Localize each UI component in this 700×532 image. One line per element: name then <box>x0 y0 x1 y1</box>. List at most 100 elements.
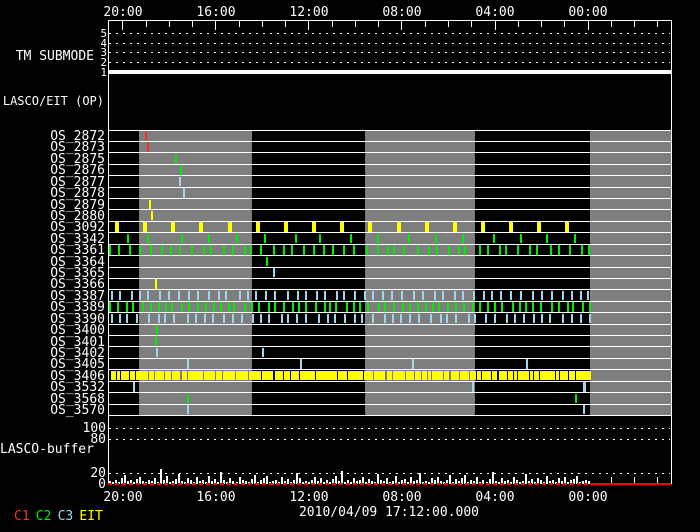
event-tick <box>446 370 450 381</box>
top-axis-minor-tick <box>354 21 356 27</box>
event-tick <box>323 290 326 301</box>
event-tick <box>171 222 176 232</box>
top-axis-minor-tick <box>610 21 612 27</box>
event-tick <box>233 302 236 312</box>
event-tick <box>393 245 396 255</box>
top-time-label: 12:00 <box>289 5 329 20</box>
event-tick <box>257 302 260 312</box>
event-tick <box>510 370 514 381</box>
event-tick <box>141 302 144 312</box>
event-tick <box>207 233 210 244</box>
event-tick <box>436 245 439 255</box>
event-tick <box>474 313 477 324</box>
row-separator <box>108 392 671 394</box>
event-tick <box>220 302 223 312</box>
event-tick <box>465 370 469 381</box>
event-tick <box>291 302 294 312</box>
event-tick <box>467 313 470 324</box>
event-tick <box>427 245 430 255</box>
event-tick <box>183 188 185 198</box>
event-tick <box>119 313 122 324</box>
event-tick <box>536 370 540 381</box>
event-tick <box>383 313 386 324</box>
top-axis-minor-tick <box>285 21 287 27</box>
tm-submode-value-bar <box>108 69 671 75</box>
event-tick <box>581 302 584 312</box>
event-tick <box>202 245 205 255</box>
event-tick <box>318 233 321 244</box>
bottom-time-label: 04:00 <box>475 490 515 505</box>
row-separator <box>108 403 671 405</box>
event-tick <box>181 302 184 312</box>
event-tick <box>200 370 204 381</box>
event-tick <box>287 290 290 301</box>
event-tick <box>146 233 149 244</box>
legend-item-c2: C2 <box>35 509 52 524</box>
event-tick <box>186 359 189 369</box>
event-tick <box>250 302 253 312</box>
top-axis-minor-tick <box>424 21 426 27</box>
event-tick <box>228 302 231 312</box>
event-tick <box>407 233 410 244</box>
event-tick <box>164 370 168 381</box>
event-tick <box>296 290 299 301</box>
event-tick <box>243 245 246 255</box>
event-tick <box>574 233 577 244</box>
event-tick <box>409 302 412 312</box>
event-tick <box>376 245 379 255</box>
event-tick <box>416 245 419 255</box>
row-separator <box>108 152 671 154</box>
row-separator <box>108 209 671 211</box>
event-tick <box>540 313 543 324</box>
event-tick <box>270 370 274 381</box>
event-tick <box>187 290 190 301</box>
tm-submode-label: TM SUBMODE <box>15 49 94 64</box>
event-tick <box>551 290 554 301</box>
event-tick <box>117 245 120 255</box>
event-tick <box>171 302 174 312</box>
event-tick <box>197 290 200 301</box>
event-tick <box>360 370 364 381</box>
row-separator <box>108 255 671 257</box>
event-tick <box>139 290 142 301</box>
event-tick <box>403 245 406 255</box>
event-tick <box>344 370 348 381</box>
event-tick <box>418 313 421 324</box>
event-tick <box>273 302 276 312</box>
event-tick <box>118 290 121 301</box>
top-axis-minor-tick <box>261 21 263 27</box>
event-tick <box>164 313 167 324</box>
event-tick <box>396 222 401 232</box>
event-tick <box>524 302 527 312</box>
buffer-ytick-label: 80 <box>90 432 106 448</box>
event-tick <box>464 245 467 255</box>
event-tick <box>168 290 171 301</box>
event-tick <box>361 313 364 324</box>
event-tick <box>159 290 162 301</box>
event-tick <box>561 290 564 301</box>
event-tick <box>235 233 238 244</box>
event-tick <box>111 313 114 324</box>
event-tick <box>511 302 514 312</box>
buffer-bar <box>160 468 163 484</box>
top-axis-minor-tick <box>331 21 333 27</box>
event-tick <box>266 256 269 267</box>
event-tick <box>422 290 425 301</box>
event-tick <box>520 233 523 244</box>
event-tick <box>315 302 318 312</box>
event-tick <box>186 393 189 404</box>
event-tick <box>412 290 415 301</box>
top-axis-minor-tick <box>634 21 636 27</box>
event-tick <box>180 233 183 244</box>
event-tick <box>145 370 148 381</box>
event-tick <box>109 302 112 312</box>
event-tick <box>155 347 158 358</box>
event-tick <box>222 313 225 324</box>
event-tick <box>188 302 191 312</box>
row-separator <box>108 129 671 131</box>
event-tick <box>345 302 348 312</box>
top-axis-major-tick <box>122 21 124 30</box>
top-axis-minor-tick <box>657 21 659 27</box>
event-tick <box>150 210 153 221</box>
event-tick <box>399 313 402 324</box>
